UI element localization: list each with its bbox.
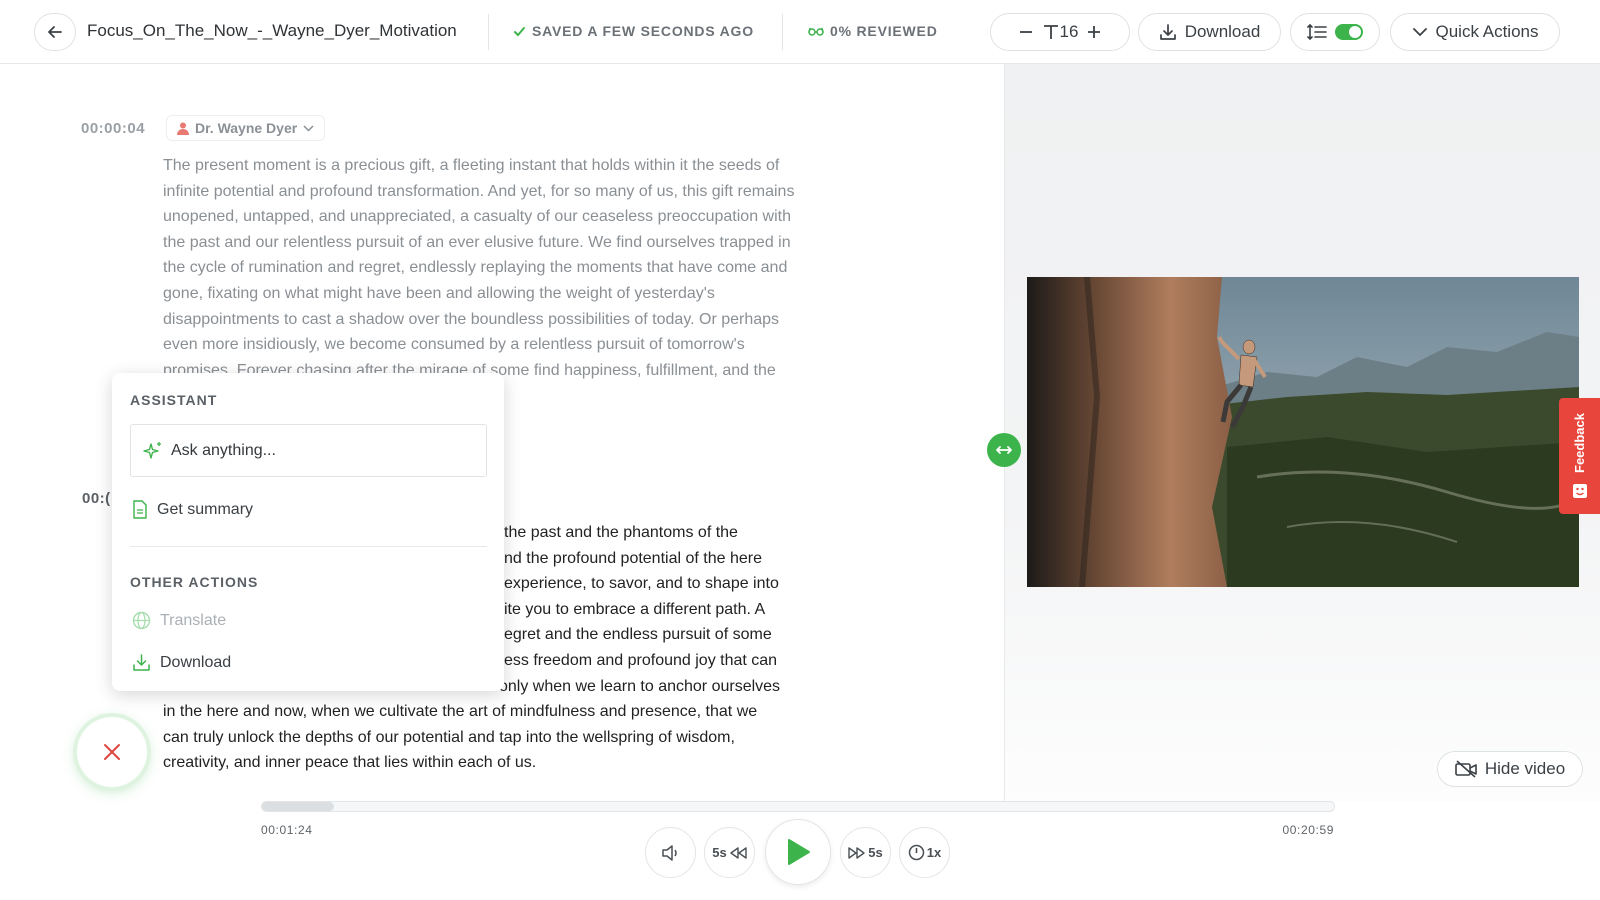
speed-icon bbox=[908, 844, 925, 861]
total-time: 00:20:59 bbox=[1282, 823, 1334, 837]
file-name[interactable]: Focus_On_The_Now_-_Wayne_Dyer_Motivation bbox=[87, 21, 457, 41]
rewind-icon bbox=[730, 846, 747, 859]
reviewed-status: 0% REVIEWED bbox=[808, 23, 938, 39]
forward-label: 5s bbox=[868, 845, 883, 860]
line-spacing-toggle[interactable] bbox=[1290, 13, 1380, 51]
chevron-down-icon bbox=[303, 124, 314, 132]
download-icon bbox=[1159, 24, 1176, 40]
play-button[interactable] bbox=[765, 819, 831, 885]
translate-label: Translate bbox=[160, 611, 227, 629]
person-icon bbox=[177, 122, 189, 135]
ask-anything-input[interactable]: Ask anything... bbox=[130, 424, 487, 477]
smile-icon bbox=[1572, 483, 1587, 498]
speaker-name: Dr. Wayne Dyer bbox=[195, 120, 298, 136]
rewind-label: 5s bbox=[712, 845, 727, 860]
play-icon bbox=[788, 839, 810, 865]
assistant-title: ASSISTANT bbox=[130, 392, 218, 408]
font-size-control: 16 bbox=[990, 13, 1130, 51]
download-icon bbox=[133, 654, 150, 671]
forward-5s-button[interactable]: 5s bbox=[840, 827, 891, 878]
minus-icon bbox=[1019, 31, 1032, 33]
video-off-icon bbox=[1455, 760, 1477, 778]
speed-label: 1x bbox=[926, 845, 942, 860]
globe-icon bbox=[132, 611, 151, 630]
resize-handle[interactable] bbox=[987, 433, 1021, 467]
chevron-down-icon bbox=[1412, 28, 1427, 37]
volume-button[interactable] bbox=[645, 827, 696, 878]
ask-anything-placeholder: Ask anything... bbox=[171, 441, 276, 459]
feedback-tab[interactable]: Feedback bbox=[1559, 398, 1600, 514]
document-icon bbox=[133, 500, 147, 519]
check-icon bbox=[514, 26, 525, 36]
text-size-icon bbox=[1043, 25, 1058, 39]
video-frame bbox=[1027, 277, 1579, 587]
download-button[interactable]: Download bbox=[1138, 13, 1281, 51]
quick-actions-button[interactable]: Quick Actions bbox=[1390, 13, 1560, 51]
decrease-font-button[interactable] bbox=[1018, 24, 1034, 40]
download-action-button[interactable]: Download bbox=[132, 653, 231, 672]
menu-divider bbox=[130, 546, 487, 547]
header-divider bbox=[782, 14, 783, 50]
segment-timestamp[interactable]: 00:( bbox=[82, 490, 111, 507]
resize-arrows-icon bbox=[996, 446, 1012, 454]
translate-button[interactable]: Translate bbox=[132, 611, 226, 630]
sparkle-icon bbox=[143, 441, 161, 459]
glasses-icon bbox=[808, 27, 824, 36]
reviewed-status-text: 0% REVIEWED bbox=[830, 23, 938, 39]
header-divider bbox=[488, 14, 489, 50]
top-bar: Focus_On_The_Now_-_Wayne_Dyer_Motivation… bbox=[0, 0, 1600, 64]
arrow-left-icon bbox=[48, 26, 62, 38]
close-assistant-button[interactable] bbox=[77, 717, 147, 787]
close-icon bbox=[104, 744, 120, 760]
transcript-line: in the here and now, when we cultivate t… bbox=[163, 703, 758, 721]
back-button[interactable] bbox=[34, 13, 76, 51]
progress-fill bbox=[262, 802, 334, 811]
line-spacing-icon bbox=[1307, 23, 1327, 41]
font-size-indicator: 16 bbox=[1042, 22, 1079, 42]
segment-timestamp[interactable]: 00:00:04 bbox=[81, 120, 145, 137]
quick-actions-label: Quick Actions bbox=[1435, 22, 1539, 41]
assistant-popup: ASSISTANT Ask anything... Get summary OT… bbox=[112, 373, 504, 691]
hide-video-label: Hide video bbox=[1484, 759, 1566, 778]
get-summary-button[interactable]: Get summary bbox=[132, 500, 253, 519]
transcript-line: can truly unlock the depths of our poten… bbox=[163, 728, 735, 746]
plus-icon bbox=[1088, 26, 1101, 38]
download-action-label: Download bbox=[160, 653, 232, 671]
hide-video-button[interactable]: Hide video bbox=[1437, 751, 1583, 787]
other-actions-title: OTHER ACTIONS bbox=[130, 574, 259, 590]
speaker-selector[interactable]: Dr. Wayne Dyer bbox=[166, 115, 326, 141]
fast-forward-icon bbox=[848, 846, 865, 859]
transcript-line: creativity, and inner peace that lies wi… bbox=[163, 754, 537, 772]
saved-status-text: SAVED A FEW SECONDS AGO bbox=[532, 23, 754, 39]
feedback-label: Feedback bbox=[1572, 413, 1587, 473]
current-time: 00:01:24 bbox=[261, 823, 313, 837]
transcript-paragraph[interactable]: The present moment is a precious gift, a… bbox=[163, 153, 803, 409]
download-label: Download bbox=[1184, 22, 1261, 41]
progress-bar[interactable] bbox=[261, 801, 1335, 812]
saved-status: SAVED A FEW SECONDS AGO bbox=[513, 23, 754, 39]
video-player[interactable] bbox=[1027, 277, 1579, 587]
font-size-value: 16 bbox=[1059, 22, 1079, 41]
playback-speed-button[interactable]: 1x bbox=[899, 827, 950, 878]
increase-font-button[interactable] bbox=[1086, 24, 1102, 40]
toggle-switch[interactable] bbox=[1335, 24, 1363, 40]
get-summary-label: Get summary bbox=[157, 500, 254, 518]
rewind-5s-button[interactable]: 5s bbox=[704, 827, 755, 878]
volume-icon bbox=[661, 844, 677, 861]
